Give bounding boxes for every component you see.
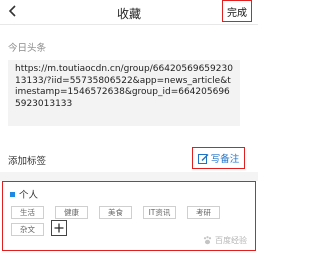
url-text: https://m.toutiaocdn.cn/group/6642056965…: [15, 64, 233, 109]
add-tag-button[interactable]: [51, 220, 67, 236]
tag-chip[interactable]: 杂文: [11, 223, 44, 236]
watermark: 百度经验: [203, 235, 247, 246]
group-marker-icon: [10, 191, 15, 197]
write-note-label: 写备注: [210, 154, 240, 165]
paw-logo-icon: [203, 236, 212, 245]
pencil-note-icon: [197, 153, 209, 164]
tag-chip[interactable]: 健康: [55, 206, 88, 219]
tags-panel: 个人 生活 健康 美食 IT资讯 考研 杂文 百度经验: [2, 181, 256, 251]
url-box: https://m.toutiaocdn.cn/group/6642056965…: [8, 60, 240, 126]
tag-chip[interactable]: 考研: [187, 206, 220, 219]
source-name: 今日头条: [8, 43, 47, 54]
tag-group-title: 个人: [19, 190, 39, 201]
tag-chip[interactable]: 美食: [99, 206, 132, 219]
top-bar: 收藏 完成: [0, 0, 258, 24]
tag-chip[interactable]: IT资讯: [143, 206, 176, 219]
tag-chip[interactable]: 生活: [11, 206, 44, 219]
done-button[interactable]: 完成: [222, 0, 252, 22]
add-tag-label: 添加标签: [8, 156, 47, 167]
watermark-text: 百度经验: [215, 236, 247, 245]
write-note-button[interactable]: 写备注: [192, 147, 245, 169]
section-separator: [0, 172, 258, 181]
plus-icon: [54, 223, 64, 233]
header-divider: [0, 24, 258, 25]
page-title: 收藏: [116, 7, 141, 21]
tag-group-header: 个人: [10, 187, 38, 201]
collect-screen: 收藏 完成 今日头条 https://m.toutiaocdn.cn/group…: [0, 0, 258, 253]
